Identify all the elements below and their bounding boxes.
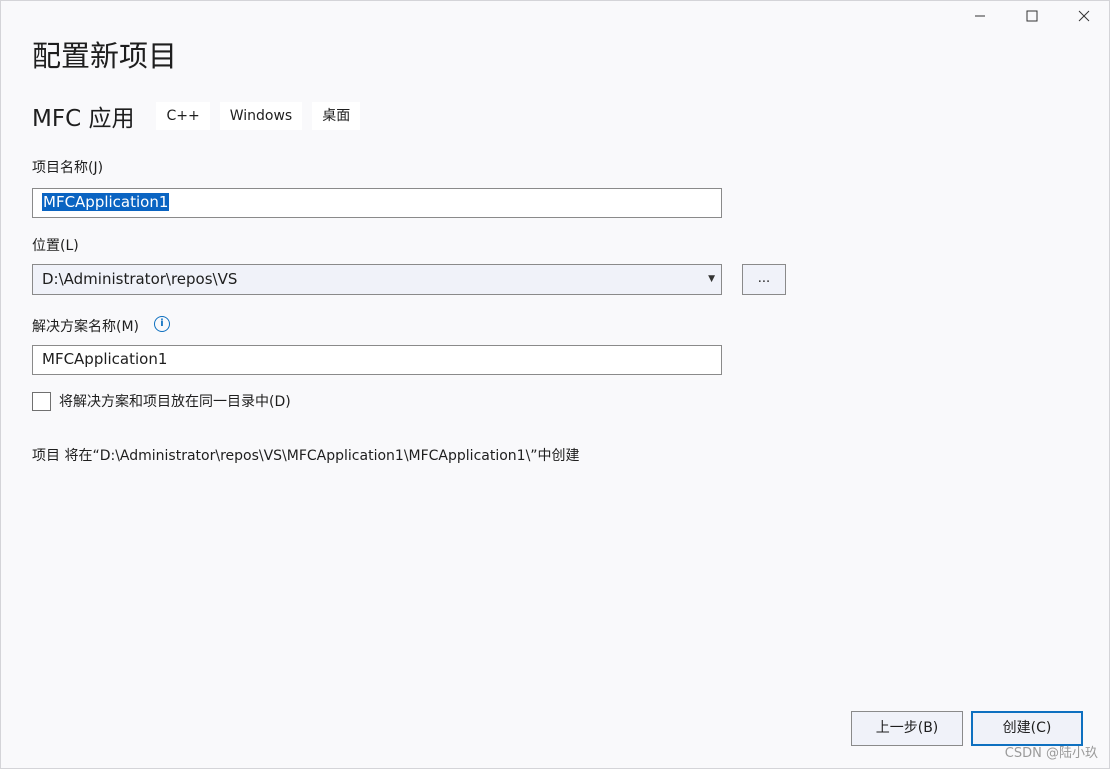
tag-platform: Windows <box>219 102 303 130</box>
maximize-button[interactable] <box>1006 0 1058 32</box>
solution-name-input[interactable]: MFCApplication1 <box>32 345 722 375</box>
page-title: 配置新项目 <box>32 39 178 73</box>
info-icon[interactable]: i <box>154 316 170 332</box>
same-directory-checkbox[interactable] <box>32 391 51 411</box>
template-name: MFC 应用 <box>32 106 135 132</box>
minimize-icon <box>975 15 985 17</box>
watermark: CSDN @陆小玖 <box>1004 746 1098 761</box>
tag-project-type: 桌面 <box>312 102 361 130</box>
tag-language: C++ <box>156 102 210 130</box>
window-caption-buttons <box>954 0 1110 32</box>
create-button[interactable]: 创建(C) <box>971 711 1083 746</box>
project-name-value: MFCApplication1 <box>42 193 170 211</box>
project-name-input[interactable]: MFCApplication1 <box>32 188 722 218</box>
same-directory-option[interactable]: 将解决方案和项目放在同一目录中(D) <box>32 391 291 411</box>
project-name-label: 项目名称(J) <box>32 160 104 176</box>
back-button[interactable]: 上一步(B) <box>851 711 963 746</box>
location-label: 位置(L) <box>32 238 79 254</box>
minimize-button[interactable] <box>954 0 1006 32</box>
chevron-down-icon[interactable]: ▼ <box>708 265 715 294</box>
project-path-info: 项目 将在“D:\Administrator\repos\VS\MFCAppli… <box>32 448 580 464</box>
solution-name-label: 解决方案名称(M) <box>32 319 140 335</box>
same-directory-label: 将解决方案和项目放在同一目录中(D) <box>59 394 291 410</box>
template-header: MFC 应用 C++ Windows 桌面 <box>32 100 370 132</box>
location-combobox[interactable]: D:\Administrator\repos\VS ▼ <box>32 264 722 295</box>
location-value: D:\Administrator\repos\VS <box>42 270 238 288</box>
maximize-icon <box>1026 10 1038 22</box>
solution-name-value: MFCApplication1 <box>42 350 168 368</box>
browse-button[interactable]: ... <box>742 264 786 295</box>
close-button[interactable] <box>1058 0 1110 32</box>
close-icon <box>1078 10 1090 22</box>
